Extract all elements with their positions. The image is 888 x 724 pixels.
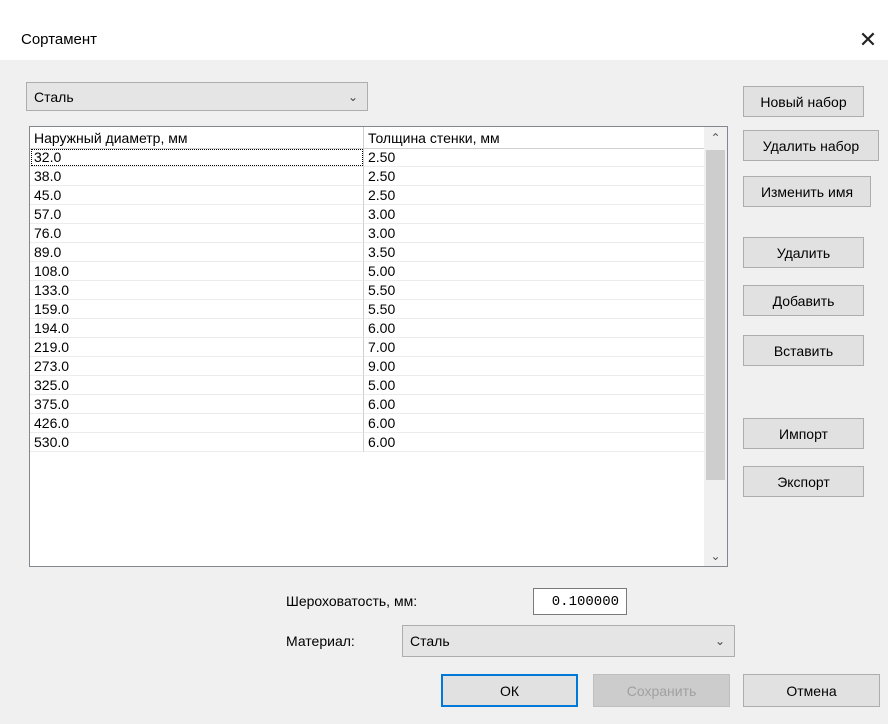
import-button[interactable]: Импорт <box>743 418 864 449</box>
cell-outer-diameter[interactable]: 45.0 <box>30 186 364 205</box>
set-selector-dropdown[interactable]: Сталь ⌄ <box>26 82 368 111</box>
column-header-wall-thickness[interactable]: Толщина стенки, мм <box>364 127 704 148</box>
scrollbar-thumb[interactable] <box>706 150 725 480</box>
cell-outer-diameter[interactable]: 38.0 <box>30 167 364 186</box>
table-row[interactable]: 108.0 5.00 <box>30 262 704 281</box>
table-row[interactable]: 530.0 6.00 <box>30 433 704 452</box>
cell-wall-thickness[interactable]: 2.50 <box>364 186 704 205</box>
table-row[interactable]: 194.0 6.00 <box>30 319 704 338</box>
cell-outer-diameter[interactable]: 375.0 <box>30 395 364 414</box>
set-selector-value: Сталь <box>34 88 74 105</box>
table-body: 32.0 2.50 38.0 2.50 45.0 2.50 57.0 3.00 76.0 3.00… <box>30 148 704 452</box>
scroll-up-icon[interactable]: ⌃ <box>704 127 727 148</box>
cell-outer-diameter[interactable]: 159.0 <box>30 300 364 319</box>
cell-wall-thickness[interactable]: 6.00 <box>364 433 704 452</box>
table-row[interactable]: 57.0 3.00 <box>30 205 704 224</box>
window-title: Сортамент <box>21 31 98 48</box>
table-row[interactable]: 38.0 2.50 <box>30 167 704 186</box>
material-dropdown[interactable]: Сталь ⌄ <box>402 625 735 657</box>
save-button[interactable]: Сохранить <box>593 674 730 707</box>
cell-wall-thickness[interactable]: 3.00 <box>364 205 704 224</box>
close-button[interactable]: ✕ <box>848 20 888 60</box>
table-row[interactable]: 89.0 3.50 <box>30 243 704 262</box>
cell-outer-diameter[interactable]: 426.0 <box>30 414 364 433</box>
table-row[interactable]: 159.0 5.50 <box>30 300 704 319</box>
cell-wall-thickness[interactable]: 3.50 <box>364 243 704 262</box>
table-row[interactable]: 375.0 6.00 <box>30 395 704 414</box>
insert-button[interactable]: Вставить <box>743 335 864 366</box>
cell-wall-thickness[interactable]: 9.00 <box>364 357 704 376</box>
table-row[interactable]: 426.0 6.00 <box>30 414 704 433</box>
add-button[interactable]: Добавить <box>743 285 864 316</box>
pipe-sizes-table[interactable]: Наружный диаметр, мм Толщина стенки, мм … <box>29 126 728 567</box>
cell-wall-thickness[interactable]: 3.00 <box>364 224 704 243</box>
cell-wall-thickness[interactable]: 5.00 <box>364 376 704 395</box>
cell-wall-thickness[interactable]: 5.00 <box>364 262 704 281</box>
cell-outer-diameter[interactable]: 76.0 <box>30 224 364 243</box>
table-header: Наружный диаметр, мм Толщина стенки, мм <box>30 127 704 149</box>
cell-outer-diameter[interactable]: 57.0 <box>30 205 364 224</box>
cell-wall-thickness[interactable]: 5.50 <box>364 281 704 300</box>
chevron-down-icon: ⌄ <box>714 634 725 648</box>
cell-outer-diameter[interactable]: 530.0 <box>30 433 364 452</box>
roughness-input[interactable]: 0.100000 <box>533 588 627 615</box>
table-row[interactable]: 76.0 3.00 <box>30 224 704 243</box>
cell-outer-diameter[interactable]: 325.0 <box>30 376 364 395</box>
title-bar: Сортамент ✕ <box>0 0 888 61</box>
rename-button[interactable]: Изменить имя <box>743 176 871 207</box>
cell-wall-thickness[interactable]: 6.00 <box>364 395 704 414</box>
table-row[interactable]: 273.0 9.00 <box>30 357 704 376</box>
delete-button[interactable]: Удалить <box>743 237 864 268</box>
scroll-down-icon[interactable]: ⌄ <box>704 545 727 566</box>
chevron-down-icon: ⌄ <box>347 89 358 104</box>
cell-wall-thickness[interactable]: 2.50 <box>364 148 704 167</box>
material-label: Материал: <box>286 633 355 649</box>
delete-set-button[interactable]: Удалить набор <box>743 130 879 161</box>
ok-button[interactable]: ОК <box>441 674 578 707</box>
cell-outer-diameter[interactable]: 133.0 <box>30 281 364 300</box>
cell-wall-thickness[interactable]: 5.50 <box>364 300 704 319</box>
export-button[interactable]: Экспорт <box>743 466 864 497</box>
cell-wall-thickness[interactable]: 6.00 <box>364 414 704 433</box>
table-row[interactable]: 32.0 2.50 <box>30 148 704 167</box>
cell-wall-thickness[interactable]: 6.00 <box>364 319 704 338</box>
cell-outer-diameter[interactable]: 89.0 <box>30 243 364 262</box>
column-header-outer-diameter[interactable]: Наружный диаметр, мм <box>30 127 364 148</box>
cancel-button[interactable]: Отмена <box>743 674 880 707</box>
material-value: Сталь <box>410 633 450 649</box>
cell-outer-diameter[interactable]: 32.0 <box>30 148 364 167</box>
table-row[interactable]: 219.0 7.00 <box>30 338 704 357</box>
table-row[interactable]: 45.0 2.50 <box>30 186 704 205</box>
table-row[interactable]: 133.0 5.50 <box>30 281 704 300</box>
vertical-scrollbar[interactable]: ⌃ ⌄ <box>704 127 727 566</box>
table-row[interactable]: 325.0 5.00 <box>30 376 704 395</box>
new-set-button[interactable]: Новый набор <box>743 86 864 117</box>
cell-wall-thickness[interactable]: 2.50 <box>364 167 704 186</box>
cell-outer-diameter[interactable]: 194.0 <box>30 319 364 338</box>
roughness-label: Шероховатость, мм: <box>286 593 418 609</box>
cell-outer-diameter[interactable]: 273.0 <box>30 357 364 376</box>
cell-outer-diameter[interactable]: 219.0 <box>30 338 364 357</box>
cell-outer-diameter[interactable]: 108.0 <box>30 262 364 281</box>
cell-wall-thickness[interactable]: 7.00 <box>364 338 704 357</box>
